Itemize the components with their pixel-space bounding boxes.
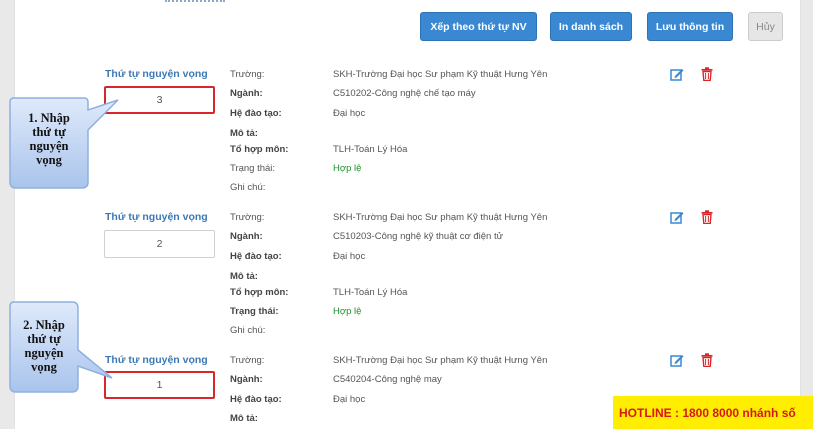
trash-icon[interactable] (701, 210, 713, 224)
subject-group-value: TLH-Toán Lý Hóa (333, 287, 408, 298)
edit-icon[interactable] (670, 67, 684, 81)
trash-icon[interactable] (701, 353, 713, 367)
major-value: C510203-Công nghệ kỹ thuật cơ điện tử (333, 231, 503, 242)
level-value: Đại học (333, 394, 366, 405)
trash-icon[interactable] (701, 67, 713, 81)
callout-2-text: 2. Nhập thứ tự nguyện vọng (10, 318, 78, 374)
major-value: C540204-Công nghệ may (333, 374, 442, 385)
school-key: Trường: (230, 212, 265, 223)
callout-1-line: 1. Nhập (28, 111, 70, 125)
level-value: Đại học (333, 108, 366, 119)
status-key: Trạng thái: (230, 163, 276, 174)
level-key: Hệ đào tạo: (230, 251, 282, 262)
major-value: C510202-Công nghệ chế tạo máy (333, 88, 476, 99)
aspiration-list-panel: Xếp theo thứ tự NV In danh sách Lưu thôn… (14, 0, 801, 429)
save-button[interactable]: Lưu thông tin (647, 12, 733, 41)
status-value: Hợp lệ (333, 306, 362, 317)
callout-2-line: nguyện (24, 346, 64, 360)
major-key: Ngành: (230, 374, 263, 385)
callout-1-line: vọng (36, 153, 62, 167)
description-key: Mô tả: (230, 413, 258, 424)
level-key: Hệ đào tạo: (230, 394, 282, 405)
hotline-banner: HOTLINE : 1800 8000 nhánh số (613, 396, 813, 429)
school-value: SKH-Trường Đại học Sư phạm Kỹ thuật Hưng… (333, 69, 548, 80)
description-key: Mô tả: (230, 271, 258, 282)
priority-input[interactable]: 2 (104, 230, 215, 258)
school-value: SKH-Trường Đại học Sư phạm Kỹ thuật Hưng… (333, 355, 548, 366)
major-key: Ngành: (230, 88, 263, 99)
level-key: Hệ đào tạo: (230, 108, 282, 119)
school-value: SKH-Trường Đại học Sư phạm Kỹ thuật Hưng… (333, 212, 548, 223)
priority-label: Thứ tự nguyện vọng (105, 68, 208, 80)
callout-2-line: thứ tự (27, 332, 61, 346)
callout-1-line: thứ tự (32, 125, 66, 139)
callout-1-line: nguyện (29, 139, 69, 153)
top-divider (165, 0, 225, 4)
sort-by-priority-button[interactable]: Xếp theo thứ tự NV (420, 12, 537, 41)
subject-group-key: Tổ hợp môn: (230, 144, 289, 155)
subject-group-key: Tổ hợp môn: (230, 287, 289, 298)
edit-icon[interactable] (670, 353, 684, 367)
school-key: Trường: (230, 355, 265, 366)
callout-2-line: 2. Nhập (23, 318, 65, 332)
callout-2-line: vọng (31, 360, 57, 374)
major-key: Ngành: (230, 231, 263, 242)
priority-label: Thứ tự nguyện vọng (105, 211, 208, 223)
print-list-button[interactable]: In danh sách (550, 12, 632, 41)
edit-icon[interactable] (670, 210, 684, 224)
note-key: Ghi chú: (230, 182, 266, 193)
status-key: Trạng thái: (230, 306, 279, 317)
callout-1-text: 1. Nhập thứ tự nguyện vọng (10, 111, 88, 167)
school-key: Trường: (230, 69, 265, 80)
status-value: Hợp lệ (333, 163, 362, 174)
level-value: Đại học (333, 251, 366, 262)
description-key: Mô tả: (230, 128, 258, 139)
cancel-button[interactable]: Hủy (748, 12, 783, 41)
note-key: Ghi chú: (230, 325, 266, 336)
subject-group-value: TLH-Toán Lý Hóa (333, 144, 408, 155)
